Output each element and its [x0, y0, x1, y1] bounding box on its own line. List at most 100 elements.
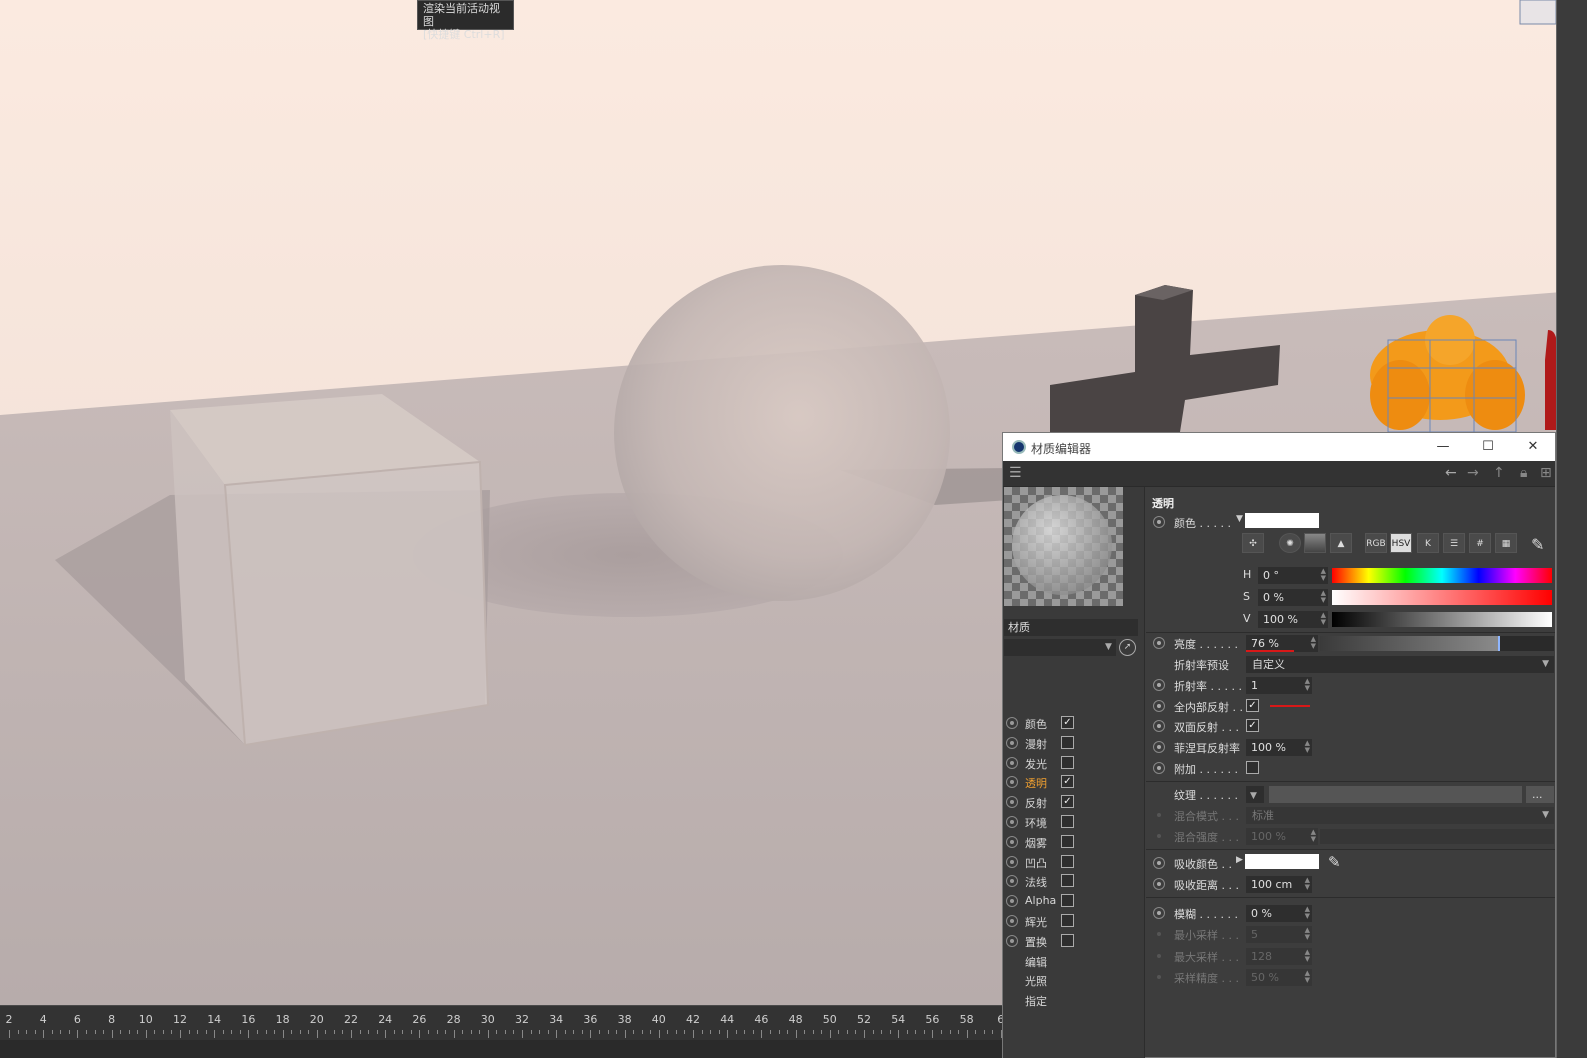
- eyedropper-icon[interactable]: ✎: [1531, 535, 1544, 554]
- ior-preset-dropdown[interactable]: 自定义 ▼: [1246, 656, 1554, 673]
- texture-menu-button[interactable]: ▼: [1246, 786, 1264, 803]
- channel-checkbox[interactable]: [1061, 894, 1074, 908]
- channel-checkbox[interactable]: [1061, 735, 1074, 749]
- channel-checkbox[interactable]: [1061, 854, 1074, 868]
- animate-dot-icon[interactable]: [1153, 516, 1165, 528]
- absorption-distance-field[interactable]: 100 cm ▲ ▼: [1246, 876, 1312, 893]
- material-select[interactable]: [1004, 639, 1116, 656]
- maximize-icon[interactable]: ☐: [1478, 438, 1498, 456]
- channel-checkbox[interactable]: ✓: [1061, 716, 1074, 729]
- picture-icon[interactable]: ▲: [1330, 533, 1352, 553]
- hue-field[interactable]: 0 ° ▲ ▼: [1258, 567, 1328, 584]
- double-sided-checkbox[interactable]: ✓: [1246, 719, 1259, 732]
- animate-dot-icon[interactable]: [1006, 736, 1018, 749]
- channel-item[interactable]: 辉光: [1003, 911, 1145, 931]
- animate-dot-icon[interactable]: [1153, 762, 1165, 774]
- color-wheel-icon[interactable]: ✺: [1279, 533, 1301, 553]
- transparency-color-swatch[interactable]: [1245, 513, 1319, 528]
- channel-item[interactable]: Alpha: [1003, 891, 1145, 911]
- material-preview[interactable]: [1004, 487, 1123, 606]
- animate-dot-icon[interactable]: [1153, 907, 1165, 919]
- hamburger-menu-icon[interactable]: ☰: [1009, 465, 1022, 481]
- channel-item[interactable]: 漫射: [1003, 733, 1145, 753]
- material-editor-titlebar[interactable]: 材质编辑器 — ☐ ✕: [1003, 433, 1555, 461]
- animate-dot-icon[interactable]: [1153, 700, 1165, 712]
- channel-checkbox[interactable]: [1061, 755, 1074, 769]
- channel-item[interactable]: 光照: [1003, 970, 1145, 990]
- texture-slot[interactable]: [1269, 786, 1522, 803]
- value-field[interactable]: 100 % ▲ ▼: [1258, 611, 1328, 628]
- lock-icon[interactable]: 🔒︎: [1520, 465, 1527, 481]
- fresnel-field[interactable]: 100 % ▲ ▼: [1246, 739, 1312, 756]
- chevron-down-icon[interactable]: ▼: [1105, 642, 1112, 652]
- channel-item[interactable]: 环境: [1003, 812, 1145, 832]
- channel-checkbox[interactable]: [1061, 914, 1074, 927]
- hex-icon[interactable]: #: [1469, 533, 1491, 553]
- ior-field[interactable]: 1 ▲ ▼: [1246, 677, 1312, 694]
- material-name-field[interactable]: 材质: [1004, 619, 1138, 636]
- total-internal-reflection-checkbox[interactable]: ✓: [1246, 699, 1259, 712]
- animate-dot-icon[interactable]: [1153, 637, 1165, 649]
- swatches-icon[interactable]: ▦: [1495, 533, 1517, 553]
- animate-dot-icon[interactable]: [1153, 857, 1165, 869]
- gradient-icon[interactable]: [1304, 533, 1326, 553]
- channel-item[interactable]: 法线: [1003, 871, 1145, 891]
- channel-checkbox[interactable]: ✓: [1061, 795, 1074, 809]
- channel-item[interactable]: 透明 ✓: [1003, 772, 1145, 792]
- brightness-slider[interactable]: [1320, 636, 1554, 651]
- texture-browse-button[interactable]: ...: [1526, 786, 1554, 803]
- blur-field[interactable]: 0 % ▲ ▼: [1246, 905, 1312, 922]
- animate-dot-icon[interactable]: [1006, 816, 1018, 828]
- channel-checkbox[interactable]: [1061, 874, 1074, 888]
- animate-dot-icon[interactable]: [1006, 835, 1018, 848]
- animate-dot-icon[interactable]: [1006, 756, 1018, 769]
- value-slider[interactable]: [1332, 612, 1552, 627]
- minimize-icon[interactable]: —: [1433, 438, 1453, 456]
- animate-dot-icon[interactable]: [1153, 679, 1165, 691]
- channel-item[interactable]: 编辑: [1003, 951, 1145, 971]
- chevron-right-icon[interactable]: ▶: [1236, 855, 1243, 865]
- rgb-mode-button[interactable]: RGB: [1365, 533, 1387, 553]
- up-arrow-icon[interactable]: ↑: [1493, 465, 1505, 481]
- brightness-slider-handle[interactable]: [1497, 636, 1500, 651]
- color-spectrum-icon[interactable]: ✣: [1242, 533, 1264, 553]
- channel-item[interactable]: 烟雾: [1003, 832, 1145, 852]
- animate-dot-icon[interactable]: [1006, 796, 1018, 809]
- channel-checkbox[interactable]: [1061, 933, 1074, 947]
- channel-checkbox[interactable]: [1061, 834, 1074, 848]
- new-panel-icon[interactable]: ⊞: [1540, 465, 1552, 481]
- channel-item[interactable]: 颜色 ✓: [1003, 713, 1145, 733]
- additive-checkbox[interactable]: [1246, 761, 1259, 774]
- eyedropper-icon[interactable]: ✎: [1328, 853, 1341, 871]
- animate-dot-icon[interactable]: [1153, 720, 1165, 732]
- absorption-color-swatch[interactable]: [1245, 854, 1319, 869]
- animate-dot-icon[interactable]: [1006, 875, 1018, 888]
- channel-item[interactable]: 指定: [1003, 990, 1145, 1010]
- animate-dot-icon[interactable]: [1006, 934, 1018, 947]
- forward-arrow-icon[interactable]: →: [1467, 465, 1479, 481]
- hsv-mode-button[interactable]: HSV: [1390, 533, 1412, 553]
- mixer-icon[interactable]: ☰: [1443, 533, 1465, 553]
- channel-checkbox[interactable]: [1061, 815, 1074, 828]
- channel-item[interactable]: 反射 ✓: [1003, 792, 1145, 812]
- timeline-ruler[interactable]: 2 4 6 8 10 12 14 16 18 20 22 24 26 28 30 32 34 36 38 40 42 44…: [0, 1005, 1028, 1058]
- saturation-field[interactable]: 0 % ▲ ▼: [1258, 589, 1328, 606]
- channel-checkbox[interactable]: ✓: [1061, 775, 1074, 789]
- animate-dot-icon[interactable]: [1153, 741, 1165, 753]
- animate-dot-icon[interactable]: [1153, 878, 1165, 890]
- animate-dot-icon[interactable]: [1006, 717, 1018, 729]
- chevron-down-icon[interactable]: ▼: [1236, 514, 1243, 524]
- animate-dot-icon[interactable]: [1006, 895, 1018, 908]
- back-arrow-icon[interactable]: ←: [1445, 465, 1457, 481]
- hue-slider[interactable]: [1332, 568, 1552, 583]
- close-icon[interactable]: ✕: [1523, 438, 1543, 456]
- animate-dot-icon[interactable]: [1006, 915, 1018, 927]
- animate-dot-icon[interactable]: [1006, 855, 1018, 868]
- animate-dot-icon[interactable]: [1006, 776, 1018, 789]
- channel-item[interactable]: 置换: [1003, 931, 1145, 951]
- channel-item[interactable]: 凹凸: [1003, 852, 1145, 872]
- pick-cursor-icon[interactable]: ➚: [1119, 639, 1136, 656]
- kelvin-mode-button[interactable]: K: [1417, 533, 1439, 553]
- saturation-slider[interactable]: [1332, 590, 1552, 605]
- channel-item[interactable]: 发光: [1003, 753, 1145, 773]
